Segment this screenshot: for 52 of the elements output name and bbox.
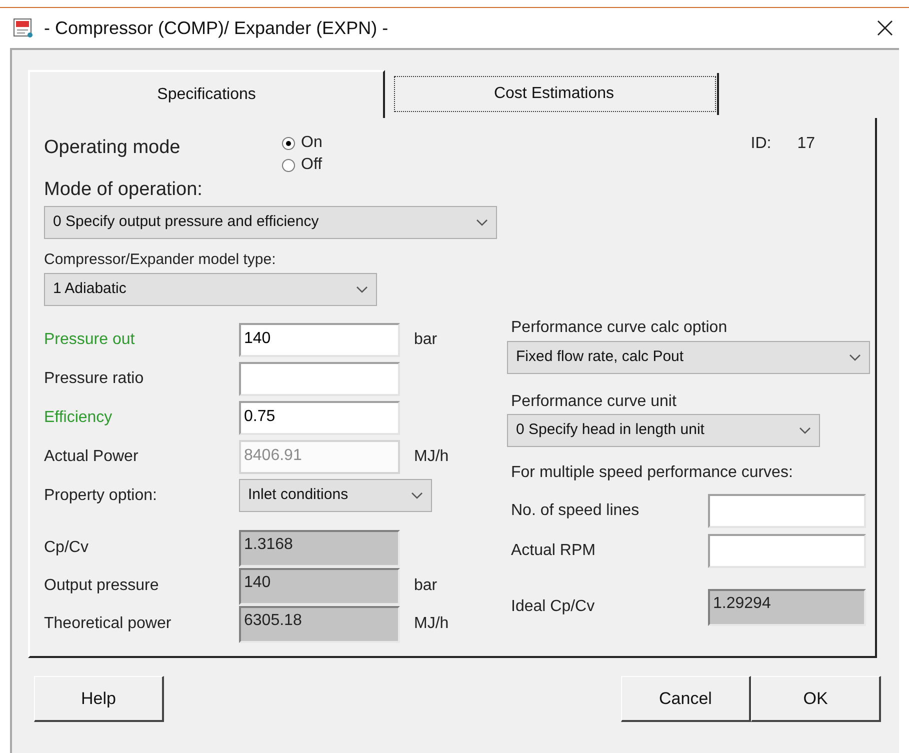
input-field[interactable]: 0.75 [239,400,400,434]
field-label: Pressure out [44,330,136,350]
id-label: ID: [750,134,772,154]
field-label: Performance curve calc option [510,318,728,338]
input-field[interactable] [239,362,400,396]
dialog-button[interactable]: Help [34,676,164,722]
dropdown[interactable]: 0 Specify head in length unit [507,414,820,447]
field-label: Efficiency [44,408,114,428]
chevron-down-icon [356,286,368,294]
field-label: Actual Power [44,446,140,466]
unit-label: bar [414,330,438,350]
input-field[interactable] [708,494,866,528]
field-label: Compressor/Expander model type: [44,250,277,270]
field-label: Theoretical power [44,614,172,634]
chevron-down-icon [849,354,861,362]
dropdown[interactable]: 0 Specify output pressure and efficiency [44,206,497,239]
input-field[interactable]: 140 [239,322,400,356]
field-label: Actual RPM [510,541,596,561]
field-label: No. of speed lines [510,501,640,521]
field-label: Operating mode [44,136,182,160]
unit-label: MJ/h [414,446,449,466]
readonly-field: 1.29294 [708,588,866,626]
radio-option[interactable]: On [282,132,322,154]
field-label: Property option: [44,486,158,506]
field-label: Ideal Cp/Cv [510,597,596,617]
chevron-down-icon [476,218,488,226]
dropdown[interactable]: Inlet conditions [239,479,432,512]
unit-label: MJ/h [414,614,449,634]
readonly-field: 140 [239,568,400,604]
dropdown[interactable]: Fixed flow rate, calc Pout [507,341,870,374]
field-label: Pressure ratio [44,368,145,388]
tab[interactable]: Specifications [28,70,385,118]
dialog-button[interactable]: Cancel [621,676,751,722]
radio-option[interactable]: Off [282,154,322,176]
dropdown[interactable]: 1 Adiabatic [44,273,377,306]
close-icon[interactable] [877,20,893,36]
field-label: Output pressure [44,576,160,596]
field-label: Performance curve unit [510,392,678,412]
tab[interactable]: Cost Estimations [391,73,719,115]
section-label: For multiple speed performance curves: [510,463,794,483]
id-value: 17 [797,134,815,154]
readonly-field: 1.3168 [239,530,400,566]
field-label: Cp/Cv [44,538,90,558]
unit-label: bar [414,576,438,596]
chevron-down-icon [799,426,811,434]
document-icon [12,17,34,39]
window-title: - Compressor (COMP)/ Expander (EXPN) - [44,16,388,40]
field-label: Mode of operation: [44,178,204,202]
chevron-down-icon [411,492,423,500]
dialog-button[interactable]: OK [751,676,881,722]
input-field[interactable] [708,534,866,568]
readonly-field: 6305.18 [239,606,400,642]
